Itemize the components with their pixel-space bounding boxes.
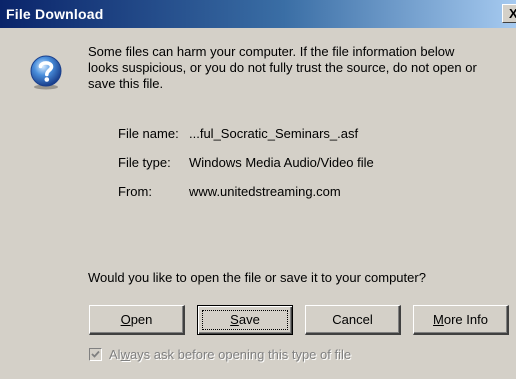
- warning-line-3: save this file.: [88, 76, 164, 91]
- file-name-label: File name:: [118, 126, 179, 141]
- more-info-button-label: More Info: [433, 312, 488, 327]
- from-value: www.unitedstreaming.com: [189, 184, 341, 199]
- open-button-label: Open: [120, 312, 153, 327]
- from-label: From:: [118, 184, 152, 199]
- close-icon: X: [509, 6, 516, 21]
- open-save-prompt: Would you like to open the file or save …: [88, 270, 426, 285]
- save-button-label: Save: [230, 312, 260, 327]
- always-ask-label: Always ask before opening this type of f…: [109, 347, 352, 362]
- cancel-button[interactable]: Cancel: [305, 305, 401, 335]
- always-ask-checkbox[interactable]: [89, 348, 102, 361]
- check-icon: [91, 350, 100, 358]
- warning-line-1: Some files can harm your computer. If th…: [88, 44, 455, 59]
- warning-message: Some files can harm your computer. If th…: [88, 44, 508, 92]
- file-type-label: File type:: [118, 155, 171, 170]
- more-info-button[interactable]: More Info: [413, 305, 509, 335]
- file-type-value: Windows Media Audio/Video file: [189, 155, 374, 170]
- save-button[interactable]: Save: [197, 305, 293, 335]
- file-download-dialog: File Download X Some files can harm your…: [0, 0, 516, 379]
- question-icon: [28, 54, 64, 90]
- title-bar[interactable]: File Download X: [0, 0, 516, 28]
- window-title: File Download: [6, 6, 104, 22]
- close-button[interactable]: X: [502, 4, 516, 23]
- open-button[interactable]: Open: [89, 305, 185, 335]
- cancel-button-label: Cancel: [332, 312, 373, 327]
- file-name-value: ...ful_Socratic_Seminars_.asf: [189, 126, 359, 141]
- warning-line-2: looks suspicious, or you do not fully tr…: [88, 60, 477, 75]
